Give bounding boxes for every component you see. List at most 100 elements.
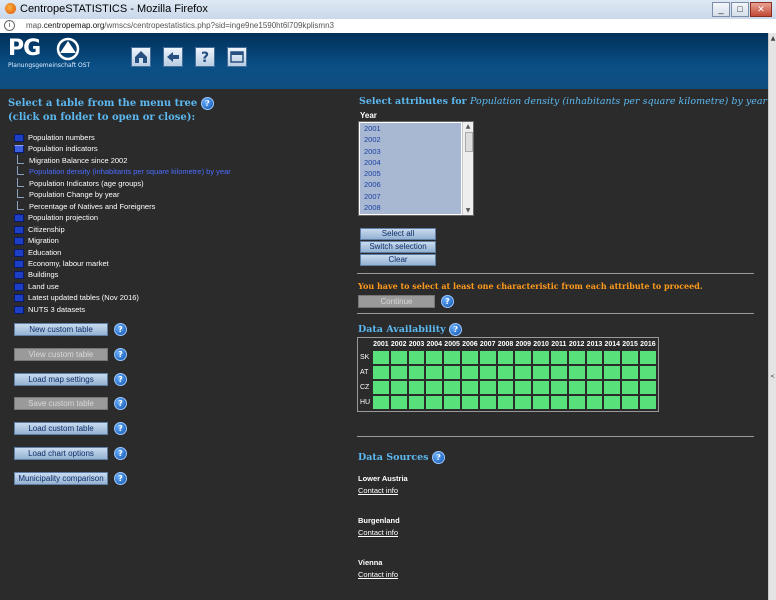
tree-item[interactable]: Latest updated tables (Nov 2016) [14, 292, 139, 303]
availability-help-icon[interactable]: ? [448, 323, 462, 336]
source-contact-link[interactable]: Contact info [358, 528, 398, 537]
tree-item-label: Population Change by year [29, 190, 120, 200]
tree-item[interactable]: Population density (inhabitants per squa… [14, 166, 231, 177]
availability-cell [568, 381, 585, 394]
tree-item-label: Population numbers [28, 133, 95, 142]
maximize-button[interactable]: □ [731, 2, 749, 17]
folder-icon [14, 225, 24, 234]
availability-cell [461, 396, 478, 409]
tree-item[interactable]: Population numbers [14, 132, 95, 143]
clear-button[interactable]: Clear [360, 254, 436, 266]
year-column-header: 2002 [390, 341, 407, 348]
minimize-button[interactable]: _ [712, 2, 730, 17]
year-column-header: 2012 [568, 341, 585, 348]
window-button[interactable] [227, 47, 247, 67]
continue-button[interactable]: Continue [358, 295, 435, 308]
continue-help-icon[interactable]: ? [441, 295, 454, 308]
year-options[interactable]: 2001 2002 2003 2004 2005 2006 2007 2008 [360, 123, 461, 214]
help-icon[interactable]: ? [114, 471, 127, 485]
help-button[interactable]: ? [195, 47, 215, 67]
tree-item[interactable]: NUTS 3 datasets [14, 304, 85, 315]
load-chart-options-button[interactable]: Load chart options [14, 447, 108, 460]
help-icon[interactable]: ? [114, 397, 127, 411]
availability-cell [550, 381, 567, 394]
help-icon[interactable]: ? [114, 447, 127, 460]
availability-cell [479, 351, 496, 364]
url-text[interactable]: map.centropemap.org/wmscs/centropestatis… [26, 21, 334, 30]
year-option[interactable]: 2005 [360, 168, 461, 179]
availability-cell [550, 396, 567, 409]
tree-item[interactable]: Citizenship [14, 224, 65, 235]
tree-item[interactable]: Population projection [14, 212, 98, 223]
availability-cell [533, 381, 549, 394]
page-scrollbar[interactable]: ▲ < [768, 33, 776, 600]
year-scrollbar[interactable]: ▲ ▼ [462, 122, 473, 215]
scroll-up-icon[interactable]: ▲ [769, 35, 776, 42]
tree-item[interactable]: Percentage of Natives and Foreigners [14, 200, 155, 212]
tree-item[interactable]: Population Indicators (age groups) [14, 177, 144, 189]
sources-help-icon[interactable]: ? [431, 451, 445, 464]
menu-help-icon[interactable]: ? [200, 97, 214, 110]
home-icon [135, 51, 147, 63]
logo-emblem-icon [56, 37, 80, 61]
home-button[interactable] [131, 47, 151, 67]
year-listbox[interactable]: 2001 2002 2003 2004 2005 2006 2007 2008 ▲ ▼ [358, 121, 474, 216]
year-column-header: 2015 [622, 341, 638, 348]
tree-item[interactable]: Land use [14, 281, 59, 292]
scroll-up-icon[interactable]: ▲ [464, 123, 472, 130]
help-icon[interactable]: ? [114, 323, 127, 336]
switch-selection-button[interactable]: Switch selection [360, 241, 436, 253]
tree-item-label: Economy, labour market [28, 258, 109, 268]
new-custom-table-button[interactable]: New custom table [14, 323, 108, 336]
availability-cell [444, 351, 460, 364]
scroll-thumb[interactable] [465, 132, 473, 152]
availability-cell [568, 366, 585, 379]
open-folder-icon [14, 145, 24, 154]
year-option[interactable]: 2001 [360, 123, 461, 134]
year-option[interactable]: 2008 [360, 202, 461, 213]
year-option[interactable]: 2002 [360, 134, 461, 145]
year-option[interactable]: 2006 [360, 179, 461, 190]
load-map-settings-button[interactable]: Load map settings [14, 372, 108, 386]
close-button[interactable]: ✕ [750, 2, 772, 17]
availability-cell [390, 351, 407, 364]
year-column-header: 2009 [515, 341, 532, 348]
pgo-logo[interactable]: PG Planungsgemeinschaft OST [8, 36, 90, 69]
site-info-icon[interactable]: i [4, 20, 15, 31]
select-all-button[interactable]: Select all [360, 228, 436, 240]
year-option[interactable]: 2003 [360, 146, 461, 157]
tree-item[interactable]: Population indicators [14, 143, 98, 154]
scroll-handle-icon[interactable]: < [770, 373, 775, 380]
source-contact-link[interactable]: Contact info [358, 486, 398, 495]
tree-item[interactable]: Migration Balance since 2002 [14, 154, 127, 166]
tree-item-label: Population indicators [28, 144, 98, 154]
availability-cell [497, 396, 514, 409]
divider [357, 436, 754, 437]
availability-cell [604, 366, 621, 379]
tree-item[interactable]: Buildings [14, 269, 58, 280]
selection-warning: You have to select at least one characte… [358, 281, 703, 291]
scroll-down-icon[interactable]: ▼ [464, 207, 472, 214]
back-button[interactable] [163, 47, 183, 67]
source-name: Burgenland [358, 516, 400, 525]
source-contact-link[interactable]: Contact info [358, 570, 398, 579]
tree-item-label: Population Indicators (age groups) [29, 178, 144, 188]
availability-cell [639, 351, 656, 364]
tree-item[interactable]: Population Change by year [14, 189, 119, 200]
tree-item[interactable]: Economy, labour market [14, 258, 109, 269]
tree-item[interactable]: Migration [14, 235, 59, 246]
save-custom-table-button[interactable]: Save custom table [14, 397, 108, 411]
availability-cell [390, 366, 407, 379]
address-bar[interactable]: i map.centropemap.org/wmscs/centropestat… [0, 19, 776, 34]
availability-cell [390, 381, 407, 394]
year-option[interactable]: 2004 [360, 157, 461, 168]
help-icon[interactable]: ? [114, 422, 127, 436]
tree-item[interactable]: Education [14, 247, 61, 258]
municipality-comparison-button[interactable]: Municipality comparison [14, 471, 108, 485]
help-icon[interactable]: ? [114, 347, 127, 361]
year-option[interactable]: 2007 [360, 191, 461, 202]
load-custom-table-button[interactable]: Load custom table [14, 422, 108, 436]
help-icon[interactable]: ? [114, 372, 127, 386]
window-title: CentropeSTATISTICS - Mozilla Firefox [20, 3, 208, 15]
view-custom-table-button[interactable]: View custom table [14, 347, 108, 361]
